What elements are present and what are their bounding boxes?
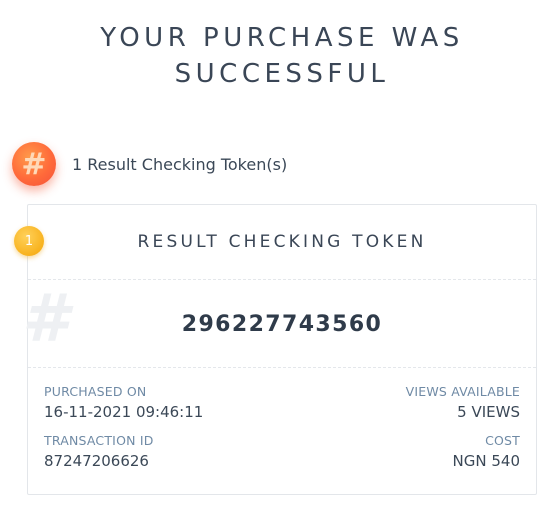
details-row-2: TRANSACTION ID 87247206626 COST NGN 540	[44, 432, 520, 472]
page-title-line-2: SUCCESSFUL	[174, 59, 390, 89]
token-number-badge: 1	[14, 226, 44, 256]
purchased-on-label: PURCHASED ON	[44, 384, 147, 399]
transaction-id-group: TRANSACTION ID 87247206626	[44, 432, 154, 472]
token-count-summary: # 1 Result Checking Token(s)	[12, 141, 287, 187]
purchased-on-value: 16-11-2021 09:46:11	[44, 403, 204, 421]
cost-label: COST	[485, 433, 520, 448]
transaction-id-value: 87247206626	[44, 452, 149, 470]
details-row-1: PURCHASED ON 16-11-2021 09:46:11 VIEWS A…	[44, 383, 520, 423]
token-card: RESULT CHECKING TOKEN # 296227743560 PUR…	[22, 204, 537, 495]
token-card-title: RESULT CHECKING TOKEN	[28, 205, 536, 280]
purchased-on-group: PURCHASED ON 16-11-2021 09:46:11	[44, 383, 203, 423]
purchase-success-page: YOUR PURCHASE WAS SUCCESSFUL # 1 Result …	[0, 0, 554, 527]
page-title-line-1: YOUR PURCHASE WAS	[100, 23, 464, 53]
views-available-label: VIEWS AVAILABLE	[405, 384, 520, 399]
transaction-id-label: TRANSACTION ID	[44, 433, 154, 448]
views-available-group: VIEWS AVAILABLE 5 VIEWS	[406, 383, 520, 423]
token-value-area: # 296227743560	[22, 280, 536, 368]
cost-value: NGN 540	[452, 452, 520, 470]
token-value[interactable]: 296227743560	[28, 280, 536, 368]
token-details: PURCHASED ON 16-11-2021 09:46:11 VIEWS A…	[44, 383, 520, 481]
views-available-value: 5 VIEWS	[457, 403, 520, 421]
token-count-text: 1 Result Checking Token(s)	[72, 154, 288, 174]
page-title: YOUR PURCHASE WAS SUCCESSFUL	[0, 20, 554, 92]
hash-icon: #	[12, 142, 56, 186]
cost-group: COST NGN 540	[453, 432, 520, 472]
